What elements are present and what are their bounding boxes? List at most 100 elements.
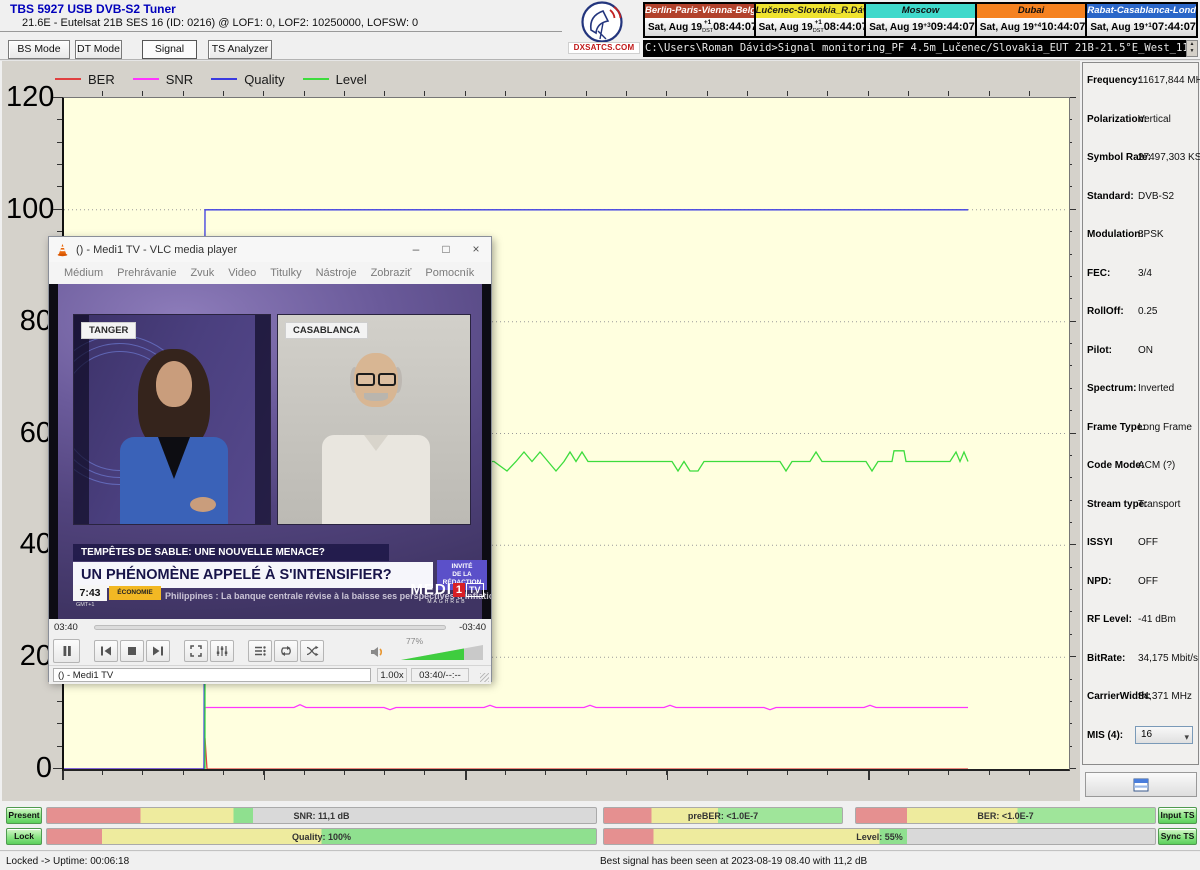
clock-utc-offset: +3 bbox=[923, 23, 930, 31]
resize-grip[interactable] bbox=[480, 673, 489, 682]
best-signal-status: Best signal has been seen at 2023-08-19 … bbox=[600, 856, 867, 867]
clock-city-label: Lučenec-Slovakia_R.Dávid bbox=[756, 4, 865, 18]
legend-label: SNR bbox=[166, 72, 193, 87]
legend-label: Quality bbox=[244, 72, 284, 87]
legend-item-level: Level bbox=[303, 72, 367, 87]
menu-pomocnk[interactable]: Pomocník bbox=[418, 267, 481, 279]
menu-nstroje[interactable]: Nástroje bbox=[309, 267, 364, 279]
info-row-symbolrate: Symbol Rate:27497,303 KS/s bbox=[1083, 152, 1198, 172]
time-display[interactable]: 03:40/--:-- bbox=[411, 668, 469, 682]
tab-ts-analyzer-ok-[interactable]: TS Analyzer (OK) bbox=[208, 40, 272, 59]
clock-4: DubaiSat, Aug 19+410:44:07 bbox=[977, 4, 1088, 36]
quality-bar: Quality: 100% bbox=[46, 828, 597, 845]
headline-topic: TEMPÊTES DE SABLE: UNE NOUVELLE MENACE? bbox=[73, 544, 389, 561]
menu-zvuk[interactable]: Zvuk bbox=[183, 267, 221, 279]
pause-button[interactable] bbox=[53, 639, 80, 663]
menu-prehrvanie[interactable]: Prehrávanie bbox=[110, 267, 183, 279]
playlist-icon bbox=[252, 643, 268, 659]
x-tick-top bbox=[545, 91, 546, 96]
speaker-icon[interactable] bbox=[369, 644, 385, 660]
tab-dt-mode[interactable]: DT Mode bbox=[75, 40, 122, 59]
menu-video[interactable]: Video bbox=[221, 267, 263, 279]
extended-settings-icon bbox=[214, 643, 230, 659]
menu-titulky[interactable]: Titulky bbox=[263, 267, 308, 279]
ber-bar-label: BER: <1.0E-7 bbox=[856, 808, 1155, 824]
info-label: MIS (4): bbox=[1087, 730, 1123, 741]
info-value: Transport bbox=[1138, 499, 1180, 510]
clock-time: 07:44:07 bbox=[1152, 21, 1196, 33]
gmt-label: GMT+1 bbox=[76, 602, 95, 608]
now-playing-field[interactable]: () - Medi1 TV bbox=[53, 668, 371, 682]
extended-settings-button[interactable] bbox=[210, 640, 234, 662]
x-tick-top bbox=[344, 91, 345, 96]
vlc-window[interactable]: () - Medi1 TV - VLC media player – □ × M… bbox=[48, 236, 492, 682]
video-black-bar bbox=[49, 284, 58, 619]
stop-button[interactable] bbox=[120, 640, 144, 662]
seek-slider[interactable] bbox=[94, 625, 446, 630]
dxsatcs-logo: DXSATCS.COM bbox=[566, 1, 642, 57]
present-indicator[interactable]: Present bbox=[6, 807, 42, 824]
y-axis-label: 120 bbox=[6, 82, 52, 112]
logo-maghreb: MAGHREB bbox=[405, 599, 489, 605]
menu-zobrazi[interactable]: Zobraziť bbox=[364, 267, 419, 279]
clock-time: 08:44:07 bbox=[713, 21, 757, 33]
sync-ts-indicator[interactable]: Sync TS bbox=[1158, 828, 1197, 845]
lock-indicator[interactable]: Lock bbox=[6, 828, 42, 845]
info-label: Standard: bbox=[1087, 191, 1134, 202]
pause-icon bbox=[59, 643, 75, 659]
clock-time-row: Sat, Aug 19+1DST08:44:07 bbox=[645, 18, 754, 36]
snr-bar: SNR: 11,1 dB bbox=[46, 807, 597, 824]
console-scrollbar[interactable]: ▲▼ bbox=[1186, 40, 1198, 57]
x-tick-top bbox=[505, 91, 506, 96]
studio-pillar bbox=[255, 315, 270, 524]
previous-button[interactable] bbox=[94, 640, 118, 662]
input-ts-indicator[interactable]: Input TS bbox=[1158, 807, 1197, 824]
satellite-dish-icon bbox=[576, 1, 632, 45]
info-value: ACM (?) bbox=[1138, 460, 1175, 471]
mis-select[interactable]: 16▾ bbox=[1135, 726, 1193, 744]
y-tick bbox=[53, 768, 62, 769]
console-line[interactable]: C:\Users\Roman Dávid>Signal monitoring_P… bbox=[643, 40, 1186, 57]
maximize-button[interactable]: □ bbox=[431, 237, 461, 262]
x-tick-top bbox=[827, 91, 828, 96]
clock-1: Berlin-Paris-Vienna-BelgradeSat, Aug 19+… bbox=[645, 4, 756, 36]
clock-time-row: Sat, Aug 19+309:44:07 bbox=[866, 18, 975, 36]
info-row-frequency: Frequency:11617,844 MHz bbox=[1083, 75, 1198, 95]
info-value: Inverted bbox=[1138, 383, 1174, 394]
chevron-down-icon: ▾ bbox=[1184, 729, 1189, 745]
vlc-titlebar[interactable]: () - Medi1 TV - VLC media player – □ × bbox=[49, 237, 491, 262]
header-divider bbox=[0, 31, 562, 32]
y-axis-label: 40 bbox=[6, 529, 52, 559]
panel-button[interactable] bbox=[1085, 772, 1197, 797]
x-tick-top bbox=[142, 91, 143, 96]
tab-signal-mon-[interactable]: Signal Mon. bbox=[142, 40, 197, 59]
close-button[interactable]: × bbox=[461, 237, 491, 262]
clock-city-label: Moscow bbox=[866, 4, 975, 18]
legend-item-ber: BER bbox=[55, 72, 115, 87]
info-row-modulation: Modulation:8PSK bbox=[1083, 229, 1198, 249]
legend-label: Level bbox=[336, 72, 367, 87]
vlc-video-area[interactable]: TANGER CASABLANCA TEMPÊTES DE SABLE: UNE… bbox=[49, 284, 491, 619]
headline-main: UN PHÉNOMÈNE APPELÉ À S'INTENSIFIER? bbox=[73, 562, 433, 588]
lock-uptime-status: Locked -> Uptime: 00:06:18 bbox=[6, 856, 129, 867]
info-label: RF Level: bbox=[1087, 614, 1132, 625]
logo-text: DXSATCS.COM bbox=[568, 42, 640, 54]
menu-mdium[interactable]: Médium bbox=[57, 267, 110, 279]
vlc-cone-icon bbox=[55, 242, 70, 258]
next-button[interactable] bbox=[146, 640, 170, 662]
clock-date: Sat, Aug 19 bbox=[1090, 22, 1144, 33]
info-value: Long Frame bbox=[1138, 422, 1192, 433]
tab-bs-mode[interactable]: BS Mode bbox=[8, 40, 70, 59]
random-button[interactable] bbox=[300, 640, 324, 662]
legend-swatch bbox=[55, 78, 81, 80]
broadcast-clock: 7:43 bbox=[73, 585, 107, 601]
fullscreen-button[interactable] bbox=[184, 640, 208, 662]
loop-button[interactable] bbox=[274, 640, 298, 662]
info-value: 3/4 bbox=[1138, 268, 1152, 279]
minimize-button[interactable]: – bbox=[401, 237, 431, 262]
y-tick bbox=[53, 97, 62, 98]
info-value: OFF bbox=[1138, 537, 1158, 548]
playlist-button[interactable] bbox=[248, 640, 272, 662]
volume-slider[interactable] bbox=[401, 645, 483, 660]
playback-speed[interactable]: 1.00x bbox=[377, 668, 407, 682]
